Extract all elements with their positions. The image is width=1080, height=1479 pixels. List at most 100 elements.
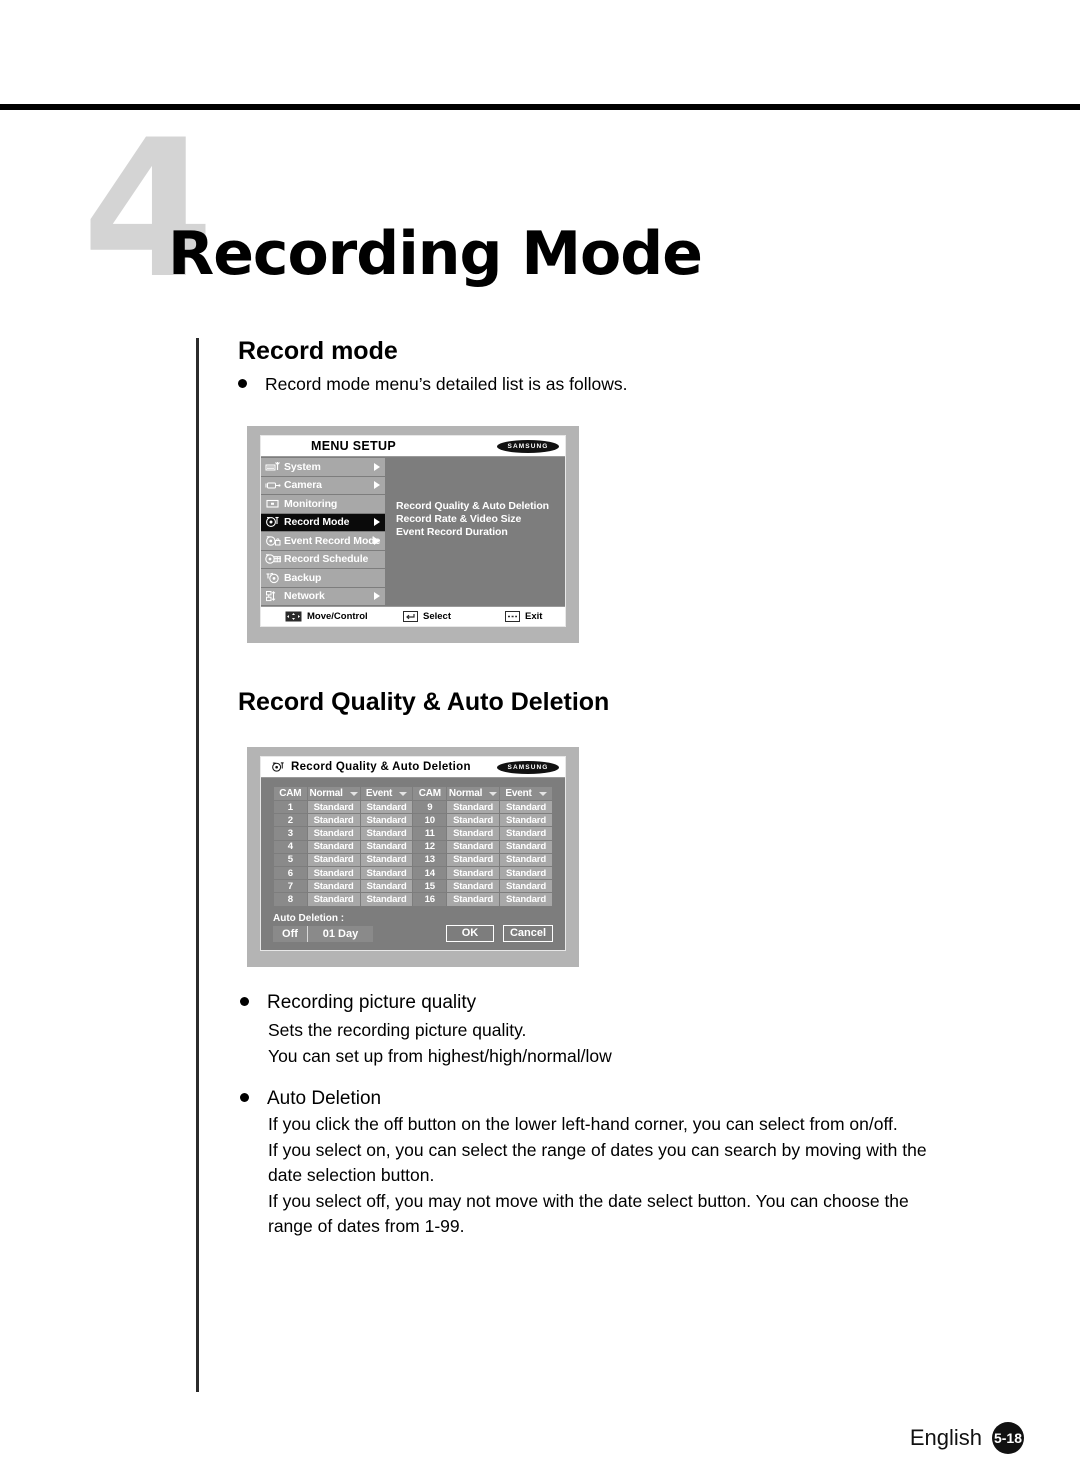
bullet-text: Auto Deletion <box>267 1088 382 1109</box>
normal-quality-cell[interactable]: Standard <box>307 801 360 814</box>
footer-move-control: Move/Control <box>285 611 403 622</box>
event-quality-cell[interactable]: Standard <box>360 827 413 840</box>
ok-button[interactable]: OK <box>446 924 494 942</box>
cancel-button[interactable]: Cancel <box>503 924 553 942</box>
event-quality-cell[interactable]: Standard <box>360 880 413 893</box>
table-header-row: CAM Normal Event CAM Normal Event <box>274 787 552 800</box>
paragraph-picture-quality: Sets the recording picture quality. You … <box>268 1018 612 1069</box>
menu-item-network[interactable]: Network <box>261 587 385 605</box>
footer-label: Select <box>423 611 451 622</box>
cam-number: 10 <box>413 814 447 827</box>
event-quality-cell[interactable]: Standard <box>360 840 413 853</box>
footer-select: Select <box>403 611 505 622</box>
cam-number: 8 <box>274 893 307 906</box>
normal-quality-cell[interactable]: Standard <box>447 801 500 814</box>
camera-icon <box>265 479 281 492</box>
event-quality-cell[interactable]: Standard <box>500 840 552 853</box>
menu-setup-body: System Camera Monitoring Record Mode Eve… <box>261 457 565 606</box>
normal-quality-cell[interactable]: Standard <box>307 853 360 866</box>
event-quality-cell[interactable]: Standard <box>500 853 552 866</box>
event-quality-cell[interactable]: Standard <box>500 814 552 827</box>
cam-number: 12 <box>413 840 447 853</box>
chevron-right-icon <box>374 536 380 545</box>
normal-quality-cell[interactable]: Standard <box>307 827 360 840</box>
chevron-right-icon <box>374 592 380 601</box>
normal-quality-cell[interactable]: Standard <box>447 840 500 853</box>
chevron-right-icon <box>374 518 380 527</box>
page-footer: English 5-18 <box>910 1422 1024 1454</box>
normal-quality-cell[interactable]: Standard <box>307 880 360 893</box>
normal-quality-cell[interactable]: Standard <box>307 866 360 880</box>
event-quality-cell[interactable]: Standard <box>500 893 552 906</box>
cam-number: 14 <box>413 866 447 880</box>
event-quality-cell[interactable]: Standard <box>500 880 552 893</box>
event-quality-cell[interactable]: Standard <box>360 893 413 906</box>
menu-setup-submenu: Record Quality & Auto Deletion Record Ra… <box>385 457 565 606</box>
col-header-label: Normal <box>448 788 483 799</box>
normal-quality-cell[interactable]: Standard <box>447 880 500 893</box>
page-title: Recording Mode <box>168 219 703 289</box>
col-event-left[interactable]: Event <box>360 787 413 800</box>
menu-item-record-schedule[interactable]: Record Schedule <box>261 550 385 568</box>
auto-deletion-toggle[interactable]: Off <box>273 925 307 942</box>
menu-item-system[interactable]: System <box>261 458 385 476</box>
menu-item-camera[interactable]: Camera <box>261 476 385 494</box>
event-quality-cell[interactable]: Standard <box>500 827 552 840</box>
event-quality-cell[interactable]: Standard <box>360 866 413 880</box>
event-record-icon <box>265 534 281 547</box>
menu-setup-title: MENU SETUP <box>311 439 396 453</box>
paragraph-line: range of dates from 1-99. <box>268 1216 465 1237</box>
cam-number: 2 <box>274 814 307 827</box>
col-cam-left: CAM <box>274 787 307 800</box>
normal-quality-cell[interactable]: Standard <box>447 814 500 827</box>
col-normal-left[interactable]: Normal <box>307 787 360 800</box>
normal-quality-cell[interactable]: Standard <box>447 853 500 866</box>
menu-setup-titlebar: MENU SETUP SAMSUNG <box>261 436 565 457</box>
menu-item-event-record-mode[interactable]: Event Record Mode <box>261 532 385 550</box>
menu-item-label: Network <box>284 590 325 603</box>
bullet-auto-deletion: Auto Deletion <box>240 1086 381 1113</box>
menu-item-monitoring[interactable]: Monitoring <box>261 495 385 513</box>
menu-item-record-mode[interactable]: Record Mode <box>261 513 385 531</box>
menu-item-backup[interactable]: Backup <box>261 569 385 587</box>
enter-key-icon <box>403 611 418 622</box>
col-normal-right[interactable]: Normal <box>447 787 500 800</box>
auto-deletion-days-stepper[interactable]: 01 Day <box>307 925 373 942</box>
record-schedule-icon <box>265 553 281 566</box>
normal-quality-cell[interactable]: Standard <box>307 814 360 827</box>
record-quality-osd: Record Quality & Auto Deletion SAMSUNG C… <box>260 756 566 951</box>
normal-quality-cell[interactable]: Standard <box>307 840 360 853</box>
chevron-down-icon <box>349 791 358 796</box>
menu-key-icon <box>505 611 520 622</box>
auto-deletion-group: Auto Deletion : Off 01 Day <box>273 913 373 942</box>
submenu-item-record-rate[interactable]: Record Rate & Video Size <box>396 513 565 526</box>
col-header-label: Event <box>365 788 393 799</box>
paragraph-line: date selection button. <box>268 1165 435 1186</box>
dialog-buttons: OK Cancel <box>446 924 553 942</box>
menu-item-label: Record Mode <box>284 516 350 529</box>
normal-quality-cell[interactable]: Standard <box>447 866 500 880</box>
event-quality-cell[interactable]: Standard <box>360 814 413 827</box>
normal-quality-cell[interactable]: Standard <box>447 827 500 840</box>
col-cam-right: CAM <box>413 787 447 800</box>
event-quality-cell[interactable]: Standard <box>360 853 413 866</box>
paragraph-line: If you click the off button on the lower… <box>268 1114 898 1134</box>
footer-label: Exit <box>525 611 543 622</box>
dpad-icon <box>285 611 302 622</box>
event-quality-cell[interactable]: Standard <box>500 801 552 814</box>
submenu-item-record-quality[interactable]: Record Quality & Auto Deletion <box>396 500 565 513</box>
page-number-badge: 5-18 <box>992 1422 1024 1454</box>
record-mode-icon <box>272 762 284 772</box>
normal-quality-cell[interactable]: Standard <box>447 893 500 906</box>
submenu-item-event-duration[interactable]: Event Record Duration <box>396 526 565 539</box>
backup-icon <box>265 571 281 584</box>
col-event-right[interactable]: Event <box>500 787 552 800</box>
table-row: 6 Standard Standard 14 Standard Standard <box>274 866 552 880</box>
chevron-down-icon <box>489 791 498 796</box>
event-quality-cell[interactable]: Standard <box>500 866 552 880</box>
normal-quality-cell[interactable]: Standard <box>307 893 360 906</box>
record-quality-body: CAM Normal Event CAM Normal Event 1 Stan… <box>261 778 565 950</box>
cam-number: 6 <box>274 866 307 880</box>
samsung-logo: SAMSUNG <box>497 760 559 774</box>
event-quality-cell[interactable]: Standard <box>360 801 413 814</box>
